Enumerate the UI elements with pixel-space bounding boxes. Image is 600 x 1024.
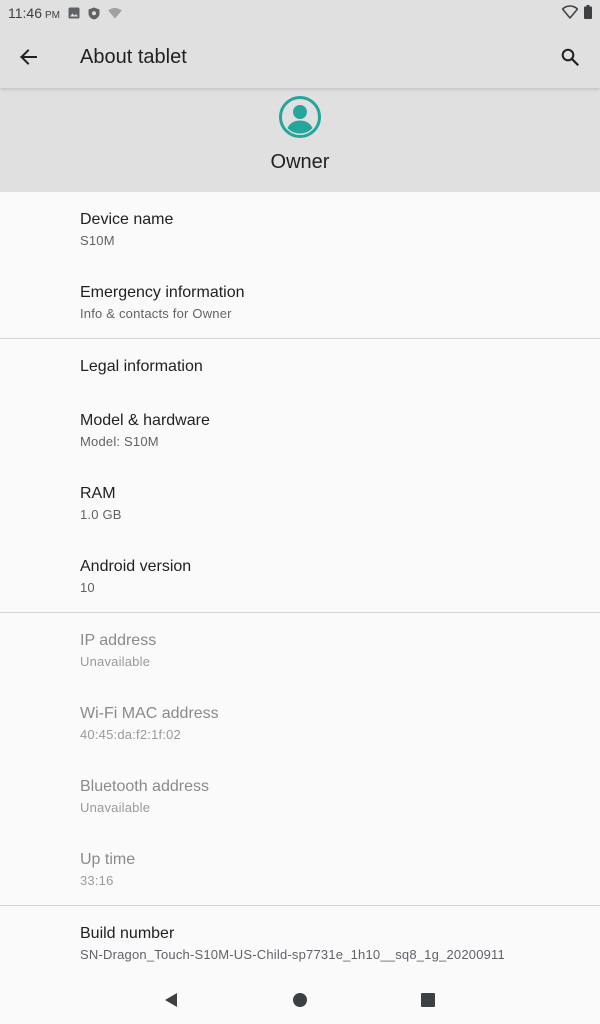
home-circle-icon [293,993,307,1007]
search-icon [561,48,579,66]
settings-list: Device name S10M Emergency information I… [0,192,600,980]
back-triangle-icon [165,993,177,1007]
item-title: Up time [80,851,136,868]
item-subtitle: 33:16 [80,873,114,888]
item-subtitle: Unavailable [80,654,151,669]
item-title: Bluetooth address [80,778,209,795]
search-button[interactable] [546,33,594,81]
model-hardware-item[interactable]: Model & hardware Model: S10M [0,393,600,466]
system-icons [562,5,592,19]
nav-recents-button[interactable] [416,988,440,1012]
status-clock: 11:46 [8,5,42,21]
item-subtitle: Unavailable [80,800,151,815]
battery-icon [584,5,592,19]
status-bar: 11:46 PM [0,0,600,26]
wifi-mac-item: Wi-Fi MAC address 40:45:da:f2:1f:02 [0,686,600,759]
legal-info-item[interactable]: Legal information [0,339,600,393]
item-title: Build number [80,925,175,942]
up-time-item: Up time 33:16 [0,832,600,905]
item-title: Android version [80,558,192,575]
navigation-bar [0,976,600,1024]
back-button[interactable] [0,29,56,85]
item-subtitle: 1.0 GB [80,507,122,522]
item-subtitle: Info & contacts for Owner [80,306,232,321]
item-subtitle: S10M [80,233,115,248]
status-ampm: PM [45,10,60,21]
item-title: IP address [80,632,157,649]
item-title: Emergency information [80,284,245,301]
emergency-info-item[interactable]: Emergency information Info & contacts fo… [0,265,600,338]
shield-icon [88,7,100,19]
nav-back-button[interactable] [159,988,183,1012]
wifi-icon [562,5,578,19]
bluetooth-address-item: Bluetooth address Unavailable [0,759,600,832]
image-icon [68,7,80,19]
arrow-back-icon [20,49,37,65]
app-bar: About tablet [0,26,600,88]
wifi-off-icon [108,8,122,19]
profile-header: Owner [0,88,600,192]
item-title: Model & hardware [80,412,210,429]
device-name-item[interactable]: Device name S10M [0,192,600,265]
item-title: Wi-Fi MAC address [80,705,219,722]
recents-square-icon [421,993,435,1007]
item-title: Legal information [80,358,203,375]
notification-icons [68,7,122,20]
ip-address-item: IP address Unavailable [0,613,600,686]
item-title: Device name [80,211,174,228]
ram-item[interactable]: RAM 1.0 GB [0,466,600,539]
profile-name: Owner [270,151,330,173]
item-subtitle: 40:45:da:f2:1f:02 [80,727,181,742]
build-number-item[interactable]: Build number SN-Dragon_Touch-S10M-US-Chi… [0,906,600,979]
status-time: 11:46 PM [8,5,60,21]
item-subtitle: SN-Dragon_Touch-S10M-US-Child-sp7731e_1h… [80,947,505,962]
avatar-icon[interactable] [279,96,321,138]
android-version-item[interactable]: Android version 10 [0,539,600,612]
item-title: RAM [80,485,116,502]
item-subtitle: Model: S10M [80,434,159,449]
item-subtitle: 10 [80,580,95,595]
page-title: About tablet [80,45,187,68]
nav-home-button[interactable] [288,988,312,1012]
